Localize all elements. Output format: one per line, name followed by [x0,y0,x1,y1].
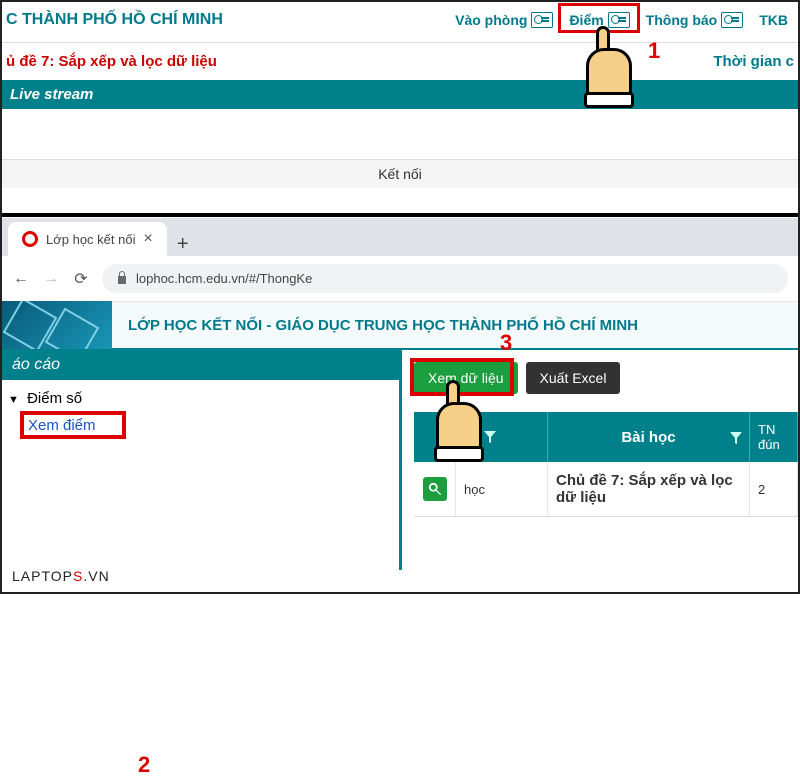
forward-icon[interactable]: → [42,270,60,288]
xuat-excel-button[interactable]: Xuất Excel [526,362,621,394]
callout-number-1: 1 [648,38,660,64]
tree-link-xem-diem[interactable]: Xem điểm [28,417,96,434]
nav-vao-phong[interactable]: Vào phòng [449,8,559,32]
grid-header-bai-hoc: Bài học [621,429,675,446]
favicon-icon [22,231,38,247]
cell-mon: học [464,482,485,497]
back-icon[interactable]: ← [12,270,30,288]
id-card-icon [531,12,553,28]
live-stream-bar: Live stream [2,80,798,109]
new-tab-button[interactable]: + [167,233,199,256]
browser-tab[interactable]: Lớp học kết nối × [8,222,167,256]
connect-button[interactable]: Kết nối [2,159,798,188]
xem-du-lieu-button[interactable]: Xem dữ liệu [414,362,518,394]
banner-graphic [2,301,112,349]
nav-tkb-label: TKB [759,12,788,28]
banner-title: LỚP HỌC KẾT NỐI - GIÁO DỤC TRUNG HỌC THÀ… [112,317,638,334]
grid-header-tn: TN đún [758,422,789,452]
nav-diem[interactable]: Điểm [563,8,635,32]
search-row-button[interactable] [423,477,447,501]
nav-thong-bao-label: Thông báo [646,12,718,28]
tree-item-label: Điểm số [27,390,82,407]
nav-vao-phong-label: Vào phòng [455,12,527,28]
cell-bai-hoc: Chủ đề 7: Sắp xếp và lọc dữ liệu [556,472,741,506]
id-card-icon [608,12,630,28]
lesson-title: ủ đề 7: Sắp xếp và lọc dữ liệu [6,53,217,70]
lesson-time-label: Thời gian c [713,53,794,70]
lock-icon [116,270,128,287]
cell-tn: 2 [758,482,765,497]
table-row: học Chủ đề 7: Sắp xếp và lọc dữ liệu 2 [414,462,798,517]
left-panel-header: áo cáo [2,350,399,380]
nav-thong-bao[interactable]: Thông báo [640,8,750,32]
top-nav: Vào phòng Điểm Thông báo TKB [449,8,794,32]
watermark: LAPTOPS.VN [12,568,110,584]
tree-item-diem-so[interactable]: Điểm số [2,380,399,417]
callout-number-3: 3 [500,330,512,356]
site-banner: LỚP HỌC KẾT NỐI - GIÁO DỤC TRUNG HỌC THÀ… [2,302,798,350]
id-card-icon [721,12,743,28]
close-tab-icon[interactable]: × [143,230,152,248]
callout-number-2: 2 [138,752,150,778]
grid-header-row: ôn Bài học TN đún [414,412,798,462]
nav-diem-label: Điểm [569,12,603,28]
watermark-post: .VN [83,568,109,584]
url-text: lophoc.hcm.edu.vn/#/ThongKe [136,271,312,286]
tab-title: Lớp học kết nối [46,232,135,247]
browser-toolbar: ← → ⟳ lophoc.hcm.edu.vn/#/ThongKe [2,256,798,302]
site-title: C THÀNH PHỐ HỒ CHÍ MINH [6,11,223,29]
watermark-mid: S [73,568,83,584]
filter-icon[interactable] [730,431,742,443]
nav-tkb[interactable]: TKB [753,8,794,32]
filter-icon[interactable] [484,431,496,443]
grid-header-mon: ôn [464,430,478,445]
address-bar[interactable]: lophoc.hcm.edu.vn/#/ThongKe [102,264,788,293]
watermark-pre: LAPTOP [12,568,73,584]
browser-tab-bar: Lớp học kết nối × + [2,218,798,256]
reload-icon[interactable]: ⟳ [72,270,90,288]
